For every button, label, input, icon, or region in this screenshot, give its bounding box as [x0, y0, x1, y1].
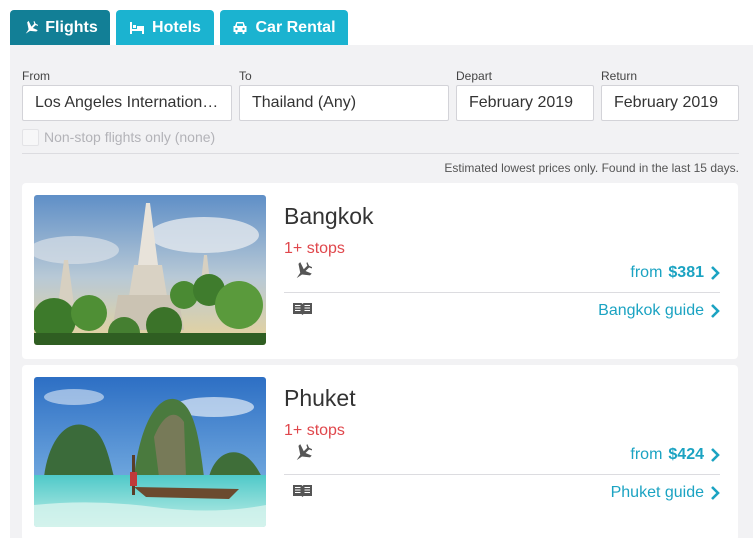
tab-hotels-label: Hotels — [152, 18, 201, 36]
price-note: Estimated lowest prices only. Found in t… — [444, 161, 739, 175]
plane-icon — [22, 20, 39, 36]
guide-row: Phuket guide — [284, 474, 720, 510]
result-card-phuket: Phuket 1+ stops from $424 Phuket guide — [22, 365, 738, 538]
chevron-right-icon — [710, 485, 720, 500]
flight-price-link[interactable]: from $381 — [630, 264, 720, 282]
tab-flights[interactable]: Flights — [10, 10, 110, 45]
from-field[interactable]: Los Angeles International (LAX) — [22, 85, 232, 121]
tab-car-rental[interactable]: Car Rental — [220, 10, 348, 45]
book-icon — [292, 301, 313, 321]
depart-field[interactable]: February 2019 — [456, 85, 594, 121]
bed-icon — [129, 21, 145, 35]
chevron-right-icon — [710, 266, 720, 280]
nonstop-option[interactable]: Non-stop flights only (none) — [22, 127, 215, 147]
to-value: Thailand (Any) — [252, 94, 357, 111]
flight-price-link[interactable]: from $424 — [630, 446, 720, 464]
divider — [22, 153, 739, 154]
return-field[interactable]: February 2019 — [601, 85, 739, 121]
price-prefix: from — [630, 264, 663, 281]
city-guide-link[interactable]: Bangkok guide — [598, 302, 720, 320]
return-value: February 2019 — [614, 94, 719, 111]
city-guide-link[interactable]: Phuket guide — [611, 484, 720, 502]
flight-price-row: from $424 — [284, 437, 720, 473]
guide-label: Phuket guide — [610, 483, 704, 501]
flight-price-row: from $381 — [284, 255, 720, 291]
tab-car-rental-label: Car Rental — [255, 18, 336, 36]
price-prefix: from — [630, 446, 663, 463]
depart-value: February 2019 — [469, 94, 574, 111]
nonstop-label: Non-stop flights only (none) — [44, 129, 216, 145]
tab-bar: Flights Hotels Car Rental — [0, 0, 753, 45]
result-card-bangkok: Bangkok 1+ stops from $381 Bangkok guide — [22, 183, 738, 359]
from-label: From — [22, 69, 50, 83]
chevron-right-icon — [710, 448, 720, 462]
plane-icon — [292, 261, 313, 286]
price-value: $381 — [668, 264, 704, 281]
book-icon — [292, 483, 313, 503]
return-label: Return — [601, 69, 638, 83]
tab-flights-label: Flights — [45, 18, 98, 36]
search-panel: From Los Angeles International (LAX) To … — [10, 45, 753, 538]
phuket-photo[interactable] — [34, 377, 266, 527]
from-value: Los Angeles International (LAX) — [35, 94, 219, 111]
plane-icon — [292, 443, 313, 468]
bangkok-photo[interactable] — [34, 195, 266, 345]
tab-hotels[interactable]: Hotels — [116, 10, 214, 45]
city-name: Bangkok — [284, 203, 374, 229]
city-name: Phuket — [284, 385, 356, 411]
to-label: To — [239, 69, 252, 83]
to-field[interactable]: Thailand (Any) — [239, 85, 449, 121]
chevron-right-icon — [710, 303, 720, 318]
guide-label: Bangkok guide — [598, 301, 704, 319]
price-value: $424 — [668, 446, 704, 463]
nonstop-checkbox[interactable] — [22, 128, 39, 146]
car-icon — [232, 20, 248, 35]
guide-row: Bangkok guide — [284, 292, 720, 328]
depart-label: Depart — [456, 69, 493, 83]
